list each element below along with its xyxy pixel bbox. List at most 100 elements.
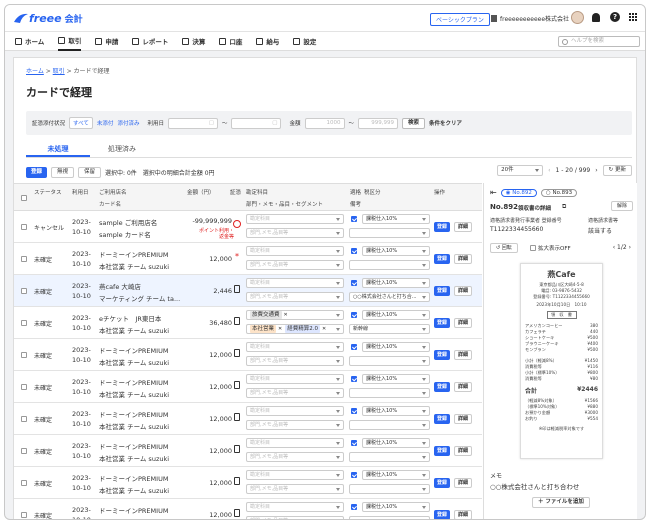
search-button[interactable]: 検索 bbox=[402, 117, 426, 129]
row-register-button[interactable]: 登録 bbox=[434, 382, 451, 392]
document-icon[interactable] bbox=[234, 381, 240, 389]
table-row[interactable]: 未確定 2023- 10-10 ドーミーインPREMIUM 本社営業 チーム suzuk… bbox=[14, 403, 482, 435]
account-select[interactable]: 勘定科目 bbox=[246, 438, 344, 448]
taxcat-select[interactable]: 課税仕入10% bbox=[362, 246, 430, 256]
document-icon[interactable] bbox=[234, 477, 240, 485]
account-select[interactable]: 勘定科目 bbox=[246, 502, 344, 512]
qualified-checkbox[interactable] bbox=[351, 344, 357, 350]
external-link-icon[interactable]: ⧉ bbox=[562, 203, 566, 211]
remove-tag-icon[interactable]: ✕ bbox=[284, 312, 288, 318]
nav-item-3[interactable]: レポート bbox=[132, 31, 168, 51]
row-register-button[interactable]: 登録 bbox=[434, 478, 451, 488]
document-icon[interactable] bbox=[234, 509, 240, 517]
bulk-register-button[interactable]: 登録 bbox=[26, 166, 48, 178]
taxcat-select[interactable]: 課税仕入10% bbox=[362, 438, 430, 448]
per-page-select[interactable]: 20件 bbox=[497, 165, 544, 176]
row-detail-button[interactable]: 詳細 bbox=[454, 318, 473, 328]
row-checkbox[interactable] bbox=[21, 256, 27, 262]
row-checkbox[interactable] bbox=[21, 512, 27, 518]
row-register-button[interactable]: 登録 bbox=[434, 222, 451, 232]
next-page-icon[interactable]: › bbox=[595, 167, 597, 174]
nav-item-7[interactable]: 設定 bbox=[293, 31, 316, 51]
row-checkbox[interactable] bbox=[21, 384, 27, 390]
tab-processed[interactable]: 処理済み bbox=[90, 144, 154, 157]
account-select[interactable]: 勘定科目 bbox=[246, 374, 344, 384]
row-register-button[interactable]: 登録 bbox=[434, 350, 451, 360]
row-checkbox[interactable] bbox=[21, 448, 27, 454]
filter-all[interactable]: すべて bbox=[69, 117, 93, 129]
rotate-button[interactable]: ↺ 回転 bbox=[490, 243, 518, 253]
document-icon[interactable] bbox=[234, 413, 240, 421]
account-select[interactable]: 勘定科目 bbox=[246, 406, 344, 416]
row-detail-button[interactable]: 詳細 bbox=[454, 446, 473, 456]
qualified-checkbox[interactable] bbox=[351, 408, 357, 414]
nav-item-2[interactable]: 申請 bbox=[95, 31, 118, 51]
table-row[interactable]: 未確定 2023- 10-10 ドーミーインPREMIUM 本社営業 チーム suzuk… bbox=[14, 339, 482, 371]
row-register-button[interactable]: 登録 bbox=[434, 510, 451, 519]
document-icon[interactable] bbox=[234, 317, 240, 325]
receipt-detail-link[interactable]: 領収書の詳細 bbox=[518, 204, 551, 212]
remark-input[interactable] bbox=[349, 228, 430, 238]
row-detail-button[interactable]: 詳細 bbox=[454, 350, 473, 360]
ignore-button[interactable]: 無視 bbox=[51, 166, 75, 178]
unlink-button[interactable]: 解除 bbox=[610, 201, 633, 211]
row-register-button[interactable]: 登録 bbox=[434, 318, 451, 328]
account-select[interactable]: 勘定科目 bbox=[246, 470, 344, 480]
collapse-icon[interactable]: ⇤ bbox=[490, 188, 497, 197]
qualified-checkbox[interactable] bbox=[351, 312, 357, 318]
row-checkbox[interactable] bbox=[21, 320, 27, 326]
plan-badge[interactable]: ベーシックプラン bbox=[430, 13, 490, 26]
qualified-checkbox[interactable] bbox=[351, 472, 357, 478]
qualified-checkbox[interactable] bbox=[351, 376, 357, 382]
row-detail-button[interactable]: 詳細 bbox=[454, 510, 473, 519]
segment-select[interactable]: 部門,メモ,品目等 bbox=[246, 356, 344, 366]
nav-item-4[interactable]: 決算 bbox=[182, 31, 205, 51]
taxcat-select[interactable]: 課税仕入10% bbox=[362, 342, 430, 352]
taxcat-select[interactable]: 課税仕入10% bbox=[362, 406, 430, 416]
taxcat-select[interactable]: 課税仕入10% bbox=[362, 310, 430, 320]
qualified-checkbox[interactable] bbox=[351, 216, 357, 222]
qualified-checkbox[interactable] bbox=[351, 280, 357, 286]
filter-attached[interactable]: 添付済み bbox=[117, 119, 139, 127]
help-search-input[interactable]: ヘルプを検索 bbox=[558, 36, 640, 47]
row-detail-button[interactable]: 詳細 bbox=[454, 222, 473, 232]
date-from-input[interactable]: ▢ bbox=[167, 117, 218, 129]
radio-893[interactable]: ○ No.893 bbox=[540, 188, 578, 197]
row-register-button[interactable]: 登録 bbox=[434, 254, 451, 264]
row-checkbox[interactable] bbox=[21, 480, 27, 486]
select-all-checkbox[interactable] bbox=[21, 195, 27, 201]
breadcrumb-deals[interactable]: 取引 bbox=[53, 68, 65, 75]
table-row[interactable]: 未確定 2023- 10-10 ドーミーインPREMIUM 本社営業 チーム suzuk… bbox=[14, 435, 482, 467]
document-icon[interactable] bbox=[234, 349, 240, 357]
zoom-toggle[interactable]: 拡大表示OFF bbox=[530, 244, 571, 252]
nav-item-6[interactable]: 給与 bbox=[256, 31, 279, 51]
row-detail-button[interactable]: 詳細 bbox=[454, 414, 473, 424]
nav-item-1[interactable]: 取引 bbox=[58, 31, 82, 51]
qualified-checkbox[interactable] bbox=[351, 440, 357, 446]
taxcat-select[interactable]: 課税仕入10% bbox=[362, 502, 430, 512]
account-select[interactable]: 勘定科目 bbox=[246, 214, 344, 224]
table-row[interactable]: 未確定 2023- 10-10 ドーミーインPREMIUM 本社営業 チーム suzuk… bbox=[14, 371, 482, 403]
row-checkbox[interactable] bbox=[21, 352, 27, 358]
remark-input[interactable] bbox=[349, 484, 430, 494]
remark-input[interactable] bbox=[349, 452, 430, 462]
remark-input[interactable] bbox=[349, 388, 430, 398]
clear-filter-link[interactable]: 条件をクリア bbox=[429, 119, 462, 127]
refresh-button[interactable]: ↻ 更新 bbox=[602, 165, 632, 176]
segment-select[interactable]: 部門,メモ,品目等 bbox=[246, 484, 344, 494]
document-icon[interactable] bbox=[234, 285, 240, 293]
qualified-checkbox[interactable] bbox=[351, 504, 357, 510]
bell-icon[interactable] bbox=[592, 13, 600, 22]
taxcat-select[interactable]: 課税仕入10% bbox=[362, 374, 430, 384]
segment-select[interactable]: 部門,メモ,品目等 bbox=[246, 228, 344, 238]
remove-tag-icon[interactable]: ✕ bbox=[278, 326, 282, 332]
row-checkbox[interactable] bbox=[21, 288, 27, 294]
taxcat-select[interactable]: 課税仕入10% bbox=[362, 214, 430, 224]
zoom-checkbox[interactable] bbox=[530, 245, 536, 251]
app-grid-icon[interactable] bbox=[629, 13, 638, 22]
document-icon[interactable] bbox=[234, 445, 240, 453]
account-select[interactable]: 勘定科目 bbox=[246, 278, 344, 288]
nav-item-5[interactable]: 口座 bbox=[219, 31, 242, 51]
remark-input[interactable]: 新幹線 bbox=[349, 324, 430, 334]
remark-input[interactable] bbox=[349, 356, 430, 366]
